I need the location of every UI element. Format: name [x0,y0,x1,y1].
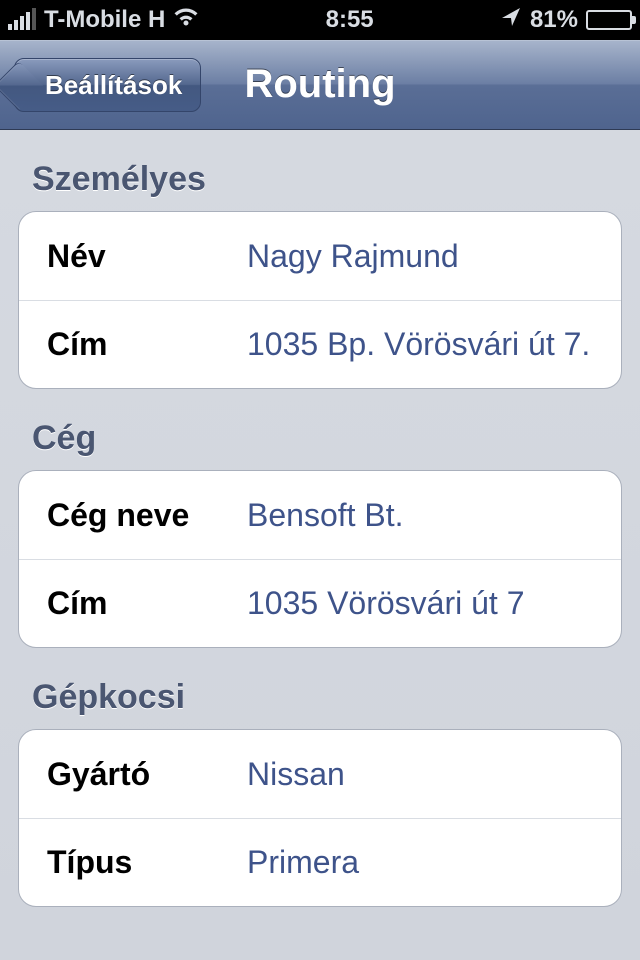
value-car-model: Primera [247,844,593,881]
carrier-label: T-Mobile H [44,6,165,34]
group-car: Gyártó Nissan Típus Primera [18,729,622,907]
back-button[interactable]: Beállítások [14,58,201,112]
content-scroll[interactable]: Személyes Név Nagy Rajmund Cím 1035 Bp. … [0,130,640,960]
nav-bar: Beállítások Routing [0,40,640,130]
row-car-make[interactable]: Gyártó Nissan [19,730,621,818]
label-car-make: Gyártó [47,756,247,793]
label-car-model: Típus [47,844,247,881]
clock: 8:55 [326,6,374,34]
section-header-car: Gépkocsi [32,678,622,717]
group-personal: Név Nagy Rajmund Cím 1035 Bp. Vörösvári … [18,211,622,389]
location-icon [500,6,522,34]
battery-percent: 81% [530,6,578,34]
row-car-model[interactable]: Típus Primera [19,818,621,906]
section-header-personal: Személyes [32,160,622,199]
label-company-address: Cím [47,585,247,622]
label-personal-address: Cím [47,326,247,363]
page-title: Routing [244,62,395,107]
label-company-name: Cég neve [47,497,247,534]
value-personal-address: 1035 Bp. Vörösvári út 7. [247,326,593,363]
label-personal-name: Név [47,238,247,275]
value-company-name: Bensoft Bt. [247,497,593,534]
wifi-icon [173,7,199,33]
group-company: Cég neve Bensoft Bt. Cím 1035 Vörösvári … [18,470,622,648]
value-car-make: Nissan [247,756,593,793]
row-company-address[interactable]: Cím 1035 Vörösvári út 7 [19,559,621,647]
row-personal-address[interactable]: Cím 1035 Bp. Vörösvári út 7. [19,300,621,388]
row-company-name[interactable]: Cég neve Bensoft Bt. [19,471,621,559]
section-header-company: Cég [32,419,622,458]
row-personal-name[interactable]: Név Nagy Rajmund [19,212,621,300]
back-button-label: Beállítások [45,70,182,101]
status-bar: T-Mobile H 8:55 81% [0,0,640,40]
value-company-address: 1035 Vörösvári út 7 [247,585,593,622]
signal-icon [8,10,36,30]
battery-icon [586,10,632,30]
value-personal-name: Nagy Rajmund [247,238,593,275]
